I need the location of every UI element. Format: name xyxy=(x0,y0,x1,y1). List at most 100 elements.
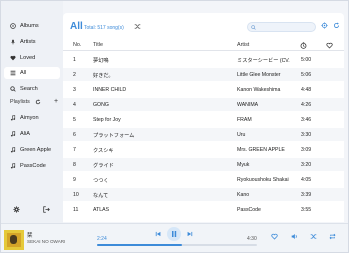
table-row[interactable]: 10 なんて Kano 3:39 xyxy=(63,188,344,201)
row-title: Step for Joy xyxy=(93,117,121,123)
row-artist: Ryokuoushoku Shakai xyxy=(237,177,289,183)
current-time: 2:24 xyxy=(97,236,107,242)
row-duration: 4:05 xyxy=(301,177,312,183)
row-number: 8 xyxy=(73,162,76,168)
pause-button[interactable] xyxy=(167,227,181,241)
row-number: 9 xyxy=(73,177,76,183)
row-number: 1 xyxy=(73,57,76,63)
row-duration: 3:39 xyxy=(301,192,312,198)
playlists-header: Playlists + xyxy=(10,98,58,105)
sidebar-playlist[interactable]: PassCode xyxy=(4,160,60,172)
table-row[interactable]: 5 Step for Joy FRAM 3:46 xyxy=(63,113,344,126)
table-row[interactable]: 11 ATLAS PassCode 3:55 xyxy=(63,203,344,216)
next-icon[interactable] xyxy=(187,231,193,238)
previous-icon[interactable] xyxy=(155,231,161,238)
column-artist[interactable]: Artist xyxy=(237,42,249,48)
gear-icon[interactable] xyxy=(13,206,20,213)
music-note-icon xyxy=(10,163,16,169)
shuffle-icon[interactable] xyxy=(310,233,317,240)
row-title: プラットフォーム xyxy=(93,133,135,139)
volume-icon[interactable] xyxy=(291,233,298,240)
row-duration: 3:55 xyxy=(301,207,312,213)
row-artist: Kano xyxy=(237,192,250,198)
column-no[interactable]: No. xyxy=(73,42,81,48)
row-duration: 3:46 xyxy=(301,117,312,123)
table-row[interactable]: 4 GONG WANIMA 4:26 xyxy=(63,98,344,111)
row-title: なんて xyxy=(93,193,109,199)
row-duration: 3:20 xyxy=(301,162,312,168)
sidebar-item-label: Albums xyxy=(20,23,39,29)
row-duration: 5:00 xyxy=(301,57,312,63)
repeat-icon[interactable] xyxy=(329,233,336,240)
logout-icon[interactable] xyxy=(43,206,50,213)
shuffle-all-icon[interactable] xyxy=(134,23,141,30)
playlist-label: Green Apple xyxy=(20,147,52,153)
sidebar-playlist[interactable]: Aimyon xyxy=(4,112,60,124)
table-row[interactable]: 7 クスシキ Mrs. GREEN APPLE 3:09 xyxy=(63,143,344,156)
heart-icon[interactable] xyxy=(271,233,278,240)
music-note-icon xyxy=(10,115,16,121)
refresh-icon[interactable] xyxy=(333,22,340,29)
page-title: All xyxy=(70,21,83,32)
sidebar-item-all[interactable]: All xyxy=(4,67,60,79)
row-duration: 3:30 xyxy=(301,132,312,138)
row-number: 5 xyxy=(73,117,76,123)
row-title: GONG xyxy=(93,102,109,108)
main-panel: All Total: 517 song(s) No. Title Artist … xyxy=(63,13,344,222)
row-artist: FRAM xyxy=(237,117,252,123)
list-icon xyxy=(10,70,16,76)
row-number: 10 xyxy=(73,192,79,198)
sidebar-item-albums[interactable]: Albums xyxy=(4,20,60,32)
album-icon xyxy=(10,23,16,29)
row-title: クスシキ xyxy=(93,148,114,154)
sidebar-item-loved[interactable]: Loved xyxy=(4,52,60,64)
music-note-icon xyxy=(10,147,16,153)
album-cover[interactable] xyxy=(4,230,24,250)
row-duration: 3:09 xyxy=(301,147,312,153)
table-row[interactable]: 6 プラットフォーム Uru 3:30 xyxy=(63,128,344,141)
progress-bar[interactable] xyxy=(97,244,257,246)
clock-icon[interactable] xyxy=(300,42,307,49)
table-row[interactable]: 3 INNER CHILD Kanon Wakeshima 4:48 xyxy=(63,83,344,96)
row-number: 3 xyxy=(73,87,76,93)
sidebar-item-search[interactable]: Search xyxy=(4,83,60,95)
music-note-icon xyxy=(10,131,16,137)
row-artist: Mrs. GREEN APPLE xyxy=(237,147,285,153)
column-title[interactable]: Title xyxy=(93,42,103,48)
progress-fill xyxy=(97,244,182,246)
playlist-label: AliA xyxy=(20,131,30,137)
table-row[interactable]: 8 グライド Myuk 3:20 xyxy=(63,158,344,171)
mic-icon xyxy=(10,39,16,45)
heart-icon[interactable] xyxy=(326,42,333,49)
refresh-icon[interactable] xyxy=(35,99,41,105)
sidebar-playlist[interactable]: Green Apple xyxy=(4,144,60,156)
sidebar-playlist[interactable]: AliA xyxy=(4,128,60,140)
sidebar-item-artists[interactable]: Artists xyxy=(4,36,60,48)
sidebar-footer xyxy=(1,206,63,216)
locate-icon[interactable] xyxy=(321,22,328,29)
row-artist: Little Glee Monster xyxy=(237,72,281,78)
row-artist: Kanon Wakeshima xyxy=(237,87,281,93)
table-header: No. Title Artist xyxy=(63,39,344,51)
add-playlist-button[interactable]: + xyxy=(54,98,58,105)
search-icon xyxy=(251,25,256,30)
table-row[interactable]: 1 夢幻鳴 ミスターシービー (CV. 5:00 xyxy=(63,53,344,66)
row-title: つつく xyxy=(93,178,109,184)
playlist-label: PassCode xyxy=(20,163,46,169)
search-input[interactable] xyxy=(247,22,316,32)
song-count: Total: 517 song(s) xyxy=(84,25,124,31)
row-number: 7 xyxy=(73,147,76,153)
playlists-label: Playlists xyxy=(10,99,30,105)
table-row[interactable]: 2 好きだ。 Little Glee Monster 5:06 xyxy=(63,68,344,81)
now-playing-artist: SEKAI NO OWARI xyxy=(27,239,66,244)
table-row[interactable]: 9 つつく Ryokuoushoku Shakai 4:05 xyxy=(63,173,344,186)
row-number: 6 xyxy=(73,132,76,138)
sidebar-item-label: Artists xyxy=(20,39,36,45)
row-title: INNER CHILD xyxy=(93,87,127,93)
row-title: 夢幻鳴 xyxy=(93,58,109,64)
sidebar-item-label: All xyxy=(20,70,27,76)
player-bar: 栞 SEKAI NO OWARI 2:24 4:30 xyxy=(1,223,348,252)
row-title: ATLAS xyxy=(93,207,110,213)
row-artist: WANIMA xyxy=(237,102,259,108)
row-title: 好きだ。 xyxy=(93,73,114,79)
